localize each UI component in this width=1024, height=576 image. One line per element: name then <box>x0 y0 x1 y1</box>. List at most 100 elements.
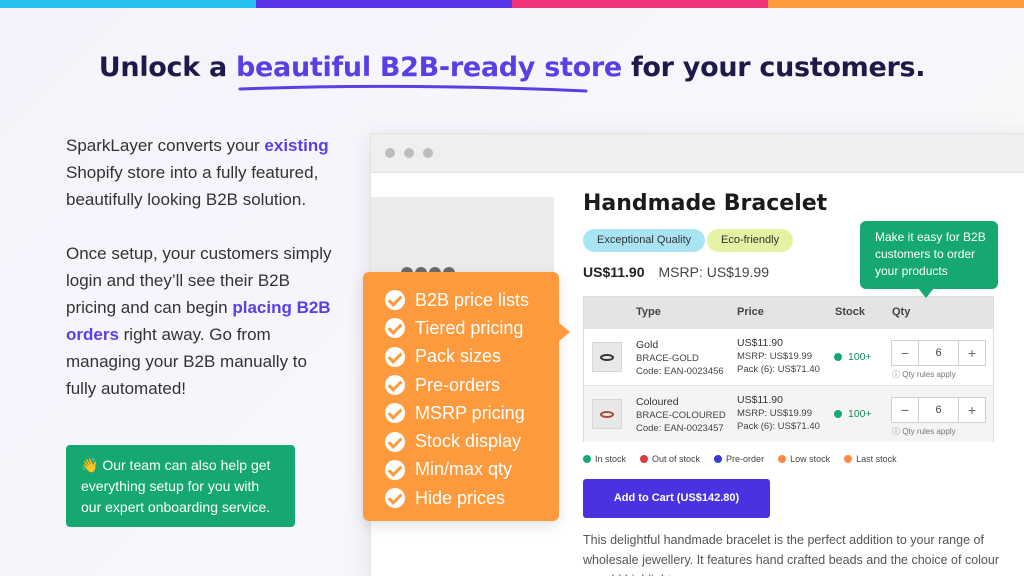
intro-copy: SparkLayer converts your existing Shopif… <box>66 132 336 402</box>
check-icon <box>385 459 405 480</box>
top-bar-segment <box>0 0 256 8</box>
underline-swoosh <box>238 84 588 93</box>
variant-info: Coloured BRACE-COLOURED Code: EAN-002345… <box>636 396 726 435</box>
window-dot-icon <box>423 148 433 158</box>
feature-label: Tiered pricing <box>415 317 524 338</box>
qty-rules-note: ⓘ Qty rules apply <box>892 369 956 380</box>
decrement-button[interactable]: − <box>892 345 918 361</box>
quantity-input[interactable]: 6 <box>918 398 959 422</box>
badge-eco: Eco-friendly <box>707 229 794 252</box>
feature-label: Pack sizes <box>415 346 502 367</box>
variant-pricing: US$11.90 MSRP: US$19.99 Pack (6): US$71.… <box>737 394 820 433</box>
legend-item: Out of stock <box>640 454 700 464</box>
top-bar-segment <box>768 0 1024 8</box>
variant-msrp: MSRP: US$19.99 <box>737 408 812 419</box>
variant-code: Code: EAN-0023456 <box>636 366 724 377</box>
intro-paragraph-1: SparkLayer converts your existing Shopif… <box>66 132 336 213</box>
decrement-button[interactable]: − <box>892 402 918 418</box>
quantity-input[interactable]: 6 <box>918 341 959 365</box>
intro-paragraph-2: Once setup, your customers simply login … <box>66 240 336 402</box>
feature-list: B2B price lists Tiered pricing Pack size… <box>363 272 570 521</box>
check-icon <box>385 488 405 509</box>
column-header: Price <box>737 306 764 318</box>
variant-price: US$11.90 <box>737 394 783 406</box>
intro-text: Shopify store into a fully featured, bea… <box>66 163 319 209</box>
check-icon <box>385 375 405 396</box>
feature-item: Tiered pricing <box>385 314 559 342</box>
intro-emphasis: existing <box>264 136 329 155</box>
info-icon: ⓘ <box>892 370 900 379</box>
column-header: Qty <box>892 306 911 318</box>
tooltip-callout: Make it easy for B2B customers to order … <box>860 221 998 298</box>
feature-label: Stock display <box>415 431 522 452</box>
feature-label: Min/max qty <box>415 459 513 480</box>
increment-button[interactable]: + <box>959 345 985 361</box>
legend-item: In stock <box>583 454 626 464</box>
variant-price: US$11.90 <box>737 337 783 349</box>
badge-quality: Exceptional Quality <box>583 229 706 252</box>
product-price-line: US$11.90 MSRP: US$19.99 <box>583 264 769 280</box>
top-bar-segment <box>512 0 768 8</box>
feature-item: Pack sizes <box>385 343 559 371</box>
quantity-stepper[interactable]: − 6 + <box>891 397 986 423</box>
variant-pack-price: Pack (6): US$71.40 <box>737 421 820 432</box>
headline-text-end: for your customers. <box>621 52 926 83</box>
window-dot-icon <box>385 148 395 158</box>
headline: Unlock a beautiful B2B-ready store for y… <box>0 52 1024 93</box>
feature-label: B2B price lists <box>415 289 530 310</box>
browser-chrome <box>371 134 1024 173</box>
table-row: Coloured BRACE-COLOURED Code: EAN-002345… <box>584 385 993 442</box>
headline-text: Unlock a <box>98 52 237 83</box>
variant-info: Gold BRACE-GOLD Code: EAN-0023456 <box>636 339 724 378</box>
column-header: Stock <box>835 306 865 318</box>
qty-rules-text: Qty rules apply <box>902 370 956 379</box>
variant-pack-price: Pack (6): US$71.40 <box>737 364 820 375</box>
product-price: US$11.90 <box>583 264 645 280</box>
variant-code: Code: EAN-0023457 <box>636 423 724 434</box>
product-description: This delightful handmade bracelet is the… <box>583 533 999 576</box>
product-title: Handmade Bracelet <box>583 191 828 216</box>
table-row: Gold BRACE-GOLD Code: EAN-0023456 US$11.… <box>584 328 993 385</box>
feature-item: Hide prices <box>385 484 559 512</box>
check-icon <box>385 346 405 367</box>
variant-name: Coloured <box>636 396 679 408</box>
stock-indicator: 100+ <box>834 351 872 363</box>
variant-table: Type Price Stock Qty Gold BRACE-GOLD Cod… <box>583 296 994 442</box>
legend-item: Last stock <box>844 454 897 464</box>
feature-label: MSRP pricing <box>415 402 525 423</box>
qty-rules-note: ⓘ Qty rules apply <box>892 426 956 437</box>
headline-highlight: beautiful B2B-ready store <box>236 52 622 93</box>
feature-item: Pre-orders <box>385 371 559 399</box>
intro-text: SparkLayer converts your <box>66 136 265 155</box>
feature-item: Min/max qty <box>385 456 559 484</box>
qty-rules-text: Qty rules apply <box>902 427 956 436</box>
feature-item: B2B price lists <box>385 286 559 314</box>
check-icon <box>385 290 405 311</box>
add-to-cart-button[interactable]: Add to Cart (US$142.80) <box>583 479 770 518</box>
variant-pricing: US$11.90 MSRP: US$19.99 Pack (6): US$71.… <box>737 337 820 376</box>
info-icon: ⓘ <box>892 427 900 436</box>
stock-legend: In stock Out of stock Pre-order Low stoc… <box>583 454 897 464</box>
column-header: Type <box>636 306 661 318</box>
feature-label: Pre-orders <box>415 374 501 395</box>
onboarding-note: 👋 Our team can also help get everything … <box>66 445 295 527</box>
top-bar-segment <box>256 0 512 8</box>
quantity-stepper[interactable]: − 6 + <box>891 340 986 366</box>
table-header: Type Price Stock Qty <box>584 297 993 328</box>
variant-msrp: MSRP: US$19.99 <box>737 351 812 362</box>
product-msrp: MSRP: US$19.99 <box>658 264 770 280</box>
legend-item: Low stock <box>778 454 830 464</box>
feature-item: Stock display <box>385 427 559 455</box>
increment-button[interactable]: + <box>959 402 985 418</box>
variant-thumbnail <box>592 399 622 429</box>
check-icon <box>385 403 405 424</box>
top-color-bar <box>0 0 1024 8</box>
variant-thumbnail <box>592 342 622 372</box>
check-icon <box>385 431 405 452</box>
stock-indicator: 100+ <box>834 408 872 420</box>
check-icon <box>385 318 405 339</box>
variant-sku: BRACE-GOLD <box>636 353 699 364</box>
headline-highlight-text: beautiful B2B-ready store <box>236 52 622 83</box>
variant-name: Gold <box>636 339 659 351</box>
variant-sku: BRACE-COLOURED <box>636 410 726 421</box>
